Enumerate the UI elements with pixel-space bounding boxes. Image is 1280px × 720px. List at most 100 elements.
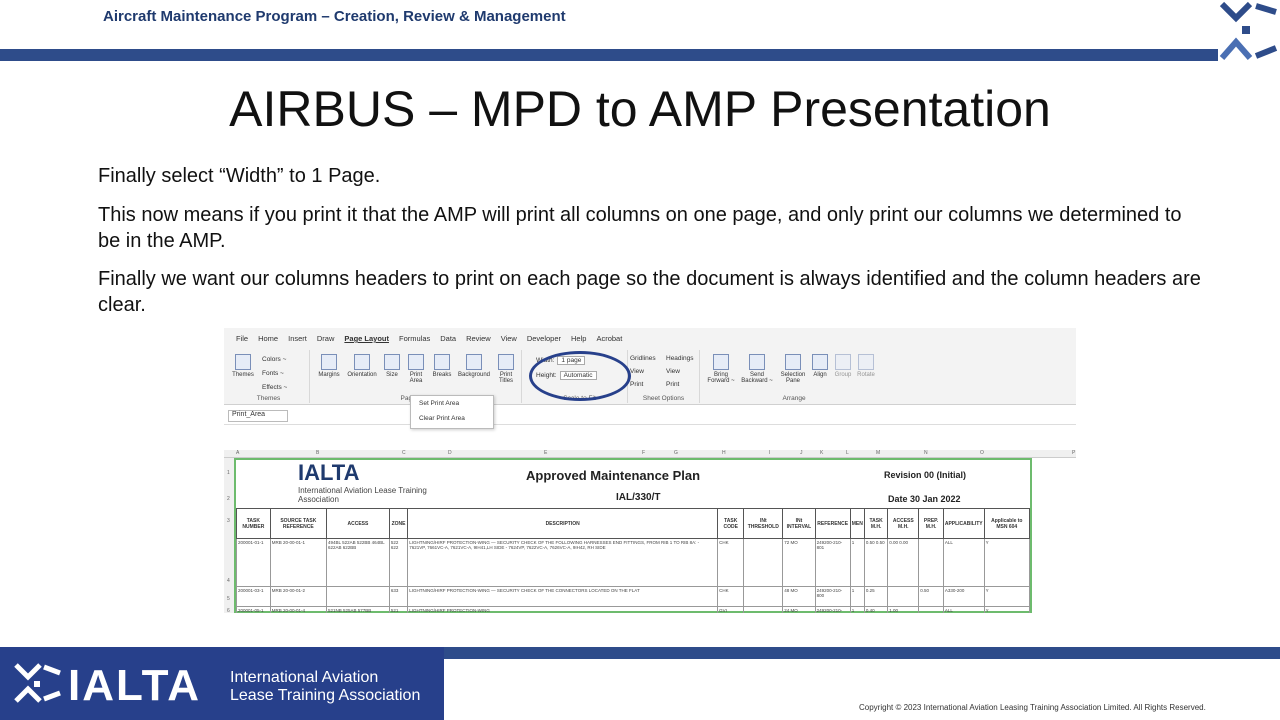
amp-table-cell: 200001-05-1 xyxy=(236,606,271,613)
clear-print-area-item[interactable]: Clear Print Area xyxy=(411,411,493,426)
breaks-button[interactable]: Breaks xyxy=(430,354,454,378)
header-bar xyxy=(0,49,1218,61)
size-button[interactable]: Size xyxy=(382,354,402,378)
body-paragraph-3: Finally we want our columns headers to p… xyxy=(98,268,1201,316)
amp-table-cell: 72 MO xyxy=(782,538,816,587)
amp-table-cell: 522 622 xyxy=(388,538,409,587)
amp-table-cell: 0.40 xyxy=(863,606,889,613)
amp-table-cell xyxy=(743,538,784,587)
group-button[interactable]: Group xyxy=(832,354,854,378)
amp-table-cell: Y xyxy=(983,606,1031,613)
amp-table-cell: 0.00 0.00 xyxy=(887,538,920,587)
print-area-button[interactable]: Print Area xyxy=(404,354,428,384)
amp-column-header: TASK NUMBER xyxy=(236,508,271,539)
column-letter: F xyxy=(642,450,646,456)
column-letter: I xyxy=(769,450,771,456)
amp-table-cell xyxy=(918,606,944,613)
tab-draw[interactable]: Draw xyxy=(317,334,335,348)
headings-print-checkbox[interactable]: Print xyxy=(666,381,679,388)
selection-pane-icon xyxy=(785,354,801,370)
send-backward-button[interactable]: Send Backward ~ xyxy=(740,354,774,384)
print-area-menu: Set Print Area Clear Print Area xyxy=(410,395,494,429)
tab-developer[interactable]: Developer xyxy=(527,334,561,348)
size-icon xyxy=(384,354,400,370)
tab-help[interactable]: Help xyxy=(571,334,586,348)
tab-review[interactable]: Review xyxy=(466,334,491,348)
colors-button[interactable]: Colors ~ xyxy=(262,356,286,363)
column-letter: P xyxy=(1072,450,1076,456)
formula-bar: Print_Area xyxy=(224,407,1076,425)
name-box[interactable]: Print_Area xyxy=(228,410,288,422)
amp-table-cell: 1.00 xyxy=(887,606,920,613)
column-letter: K xyxy=(820,450,824,456)
themes-icon xyxy=(235,354,251,370)
amp-table-cell xyxy=(887,586,920,607)
tab-acrobat[interactable]: Acrobat xyxy=(596,334,622,348)
print-area-icon xyxy=(408,354,424,370)
effects-button[interactable]: Effects ~ xyxy=(262,384,287,391)
column-letter: A xyxy=(236,450,240,456)
amp-table-cell: 249200-210-801 xyxy=(814,538,851,587)
tab-page-layout[interactable]: Page Layout xyxy=(344,334,389,348)
themes-button[interactable]: Themes xyxy=(230,354,256,378)
selection-pane-button[interactable]: Selection Pane xyxy=(778,354,808,384)
tab-data[interactable]: Data xyxy=(440,334,456,348)
margins-button[interactable]: Margins xyxy=(316,354,342,378)
footer-bar xyxy=(443,647,1280,659)
amp-sheet: IALTA International Aviation Lease Train… xyxy=(234,458,1032,613)
ribbon: Themes Colors ~ Fonts ~ Effects ~ Themes… xyxy=(224,348,1076,405)
highlight-circle xyxy=(529,351,631,401)
print-titles-button[interactable]: Print Titles xyxy=(494,354,518,384)
amp-table-cell: 200001-01-1 xyxy=(236,538,271,587)
amp-column-header: TASK CODE xyxy=(717,508,745,539)
align-button[interactable]: Align xyxy=(810,354,830,378)
amp-table-cell: LIGHTNING/HIRF PROTECTION-WING xyxy=(407,606,719,613)
amp-table-cell: 0.50 xyxy=(918,586,944,607)
amp-column-header: PREP. M.H. xyxy=(918,508,944,539)
headings-view-checkbox[interactable]: View xyxy=(666,368,680,375)
background-button[interactable]: Background xyxy=(456,354,492,378)
orientation-icon xyxy=(354,354,370,370)
column-letter: O xyxy=(980,450,984,456)
tab-file[interactable]: File xyxy=(236,334,248,348)
print-titles-icon xyxy=(498,354,514,370)
rotate-icon xyxy=(858,354,874,370)
column-letter: H xyxy=(722,450,726,456)
amp-table-cell: MRB 20-00-01-4 xyxy=(269,606,327,613)
body-paragraph-1: Finally select “Width” to 1 Page. xyxy=(98,165,381,187)
sheet-logo-org: International Aviation Lease Training As… xyxy=(298,486,427,504)
column-letter: J xyxy=(800,450,803,456)
set-print-area-item[interactable]: Set Print Area xyxy=(411,396,493,411)
gridlines-print-checkbox[interactable]: Print xyxy=(630,381,643,388)
amp-table-cell: 200001-03-1 xyxy=(236,586,271,607)
fonts-button[interactable]: Fonts ~ xyxy=(262,370,284,377)
column-letter: B xyxy=(316,450,320,456)
slide-title: AIRBUS – MPD to AMP Presentation xyxy=(229,81,1051,137)
amp-table-cell: CHK xyxy=(717,586,745,607)
tab-view[interactable]: View xyxy=(501,334,517,348)
amp-table-cell xyxy=(918,538,944,587)
tab-home[interactable]: Home xyxy=(258,334,278,348)
amp-table-cell: GVI xyxy=(717,606,745,613)
gridlines-view-checkbox[interactable]: View xyxy=(630,368,644,375)
rotate-button[interactable]: Rotate xyxy=(854,354,878,378)
amp-column-header: APPLICABILITY xyxy=(942,508,985,539)
amp-table-header-row: TASK NUMBER SOURCE TASK REFERENCE ACCESS ZO… xyxy=(236,508,1031,539)
column-letter: G xyxy=(674,450,678,456)
column-letter: L xyxy=(846,450,849,456)
orientation-button[interactable]: Orientation xyxy=(344,354,380,378)
amp-column-header: ACCESS xyxy=(325,508,390,539)
excel-screenshot: File Home Insert Draw Page Layout Formul… xyxy=(224,328,1076,613)
tab-formulas[interactable]: Formulas xyxy=(399,334,430,348)
amp-table-cell: LIGHTNING/HIRF PROTECTION-WING — SECURIT… xyxy=(407,586,719,607)
amp-table-cell: 521NB 525AB 577BB xyxy=(325,606,390,613)
bring-forward-button[interactable]: Bring Forward ~ xyxy=(706,354,736,384)
footer-org: International Aviation Lease Training As… xyxy=(230,669,420,705)
revision: Revision 00 (Initial) xyxy=(884,470,967,480)
tab-insert[interactable]: Insert xyxy=(288,334,307,348)
headings-label: Headings xyxy=(666,355,694,362)
amp-table-cell: 249200-210-804 xyxy=(814,606,851,613)
send-backward-icon xyxy=(749,354,765,370)
amp-column-header: MEN xyxy=(849,508,865,539)
background-icon xyxy=(466,354,482,370)
